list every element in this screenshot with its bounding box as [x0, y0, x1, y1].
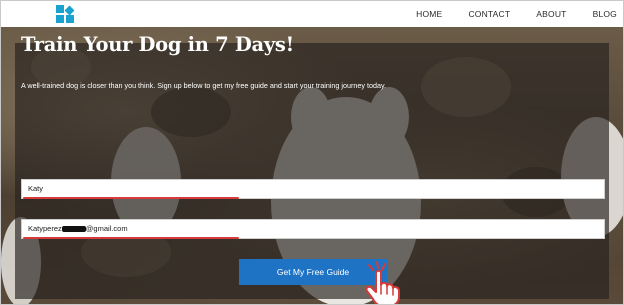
- nav-about-link[interactable]: ABOUT: [536, 9, 566, 19]
- nav-links: HOME CONTACT ABOUT BLOG: [390, 1, 617, 27]
- nav-contact-link[interactable]: CONTACT: [468, 9, 510, 19]
- annotation-underline-email: [23, 237, 239, 239]
- email-input-prefix: Katyperez: [28, 224, 62, 233]
- hero-subtitle: A well-trained dog is closer than you th…: [21, 81, 387, 90]
- top-nav: HOME CONTACT ABOUT BLOG: [1, 1, 623, 27]
- logo-blocks-icon[interactable]: [56, 5, 75, 23]
- annotation-underline-name: [23, 197, 239, 199]
- email-input-suffix: @gmail.com: [85, 224, 128, 233]
- hero-title: Train Your Dog in 7 Days!: [21, 33, 294, 56]
- name-input-value: Katy: [28, 184, 44, 193]
- name-input[interactable]: Katy: [21, 179, 605, 199]
- page-frame: HOME CONTACT ABOUT BLOG Train Your Dog i…: [0, 0, 624, 305]
- pointing-hand-cursor-icon: [365, 261, 400, 304]
- email-input[interactable]: Katyperez @gmail.com: [21, 219, 605, 239]
- nav-home-link[interactable]: HOME: [416, 9, 442, 19]
- nav-blog-link[interactable]: BLOG: [593, 9, 617, 19]
- redaction-mark: [61, 226, 86, 233]
